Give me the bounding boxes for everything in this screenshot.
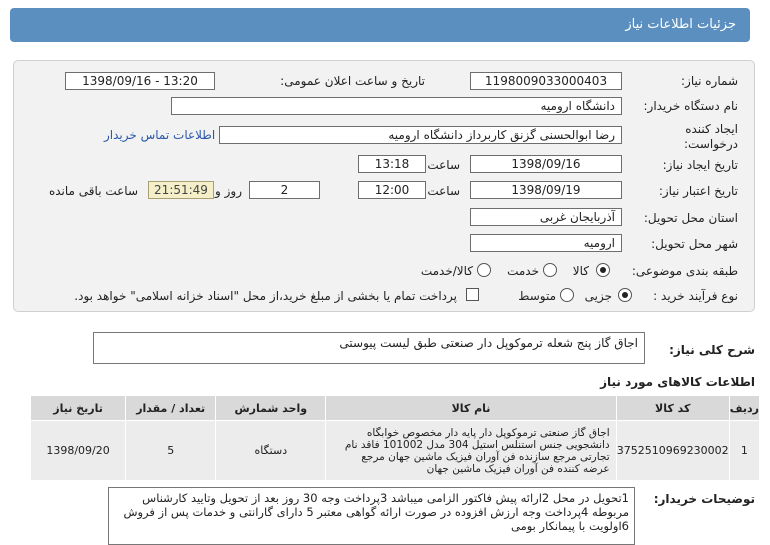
col-qty: تعداد / مقدار [125,395,217,421]
process-medium-radio[interactable] [560,288,574,302]
col-row: ردیف [728,395,761,421]
city-field[interactable]: ارومیه [470,234,622,252]
category-service-label: خدمت [507,264,539,278]
create-date-field[interactable]: 1398/09/16 [470,155,622,173]
item-qty: 5 [125,420,217,481]
col-unit: واحد شمارش [215,395,327,421]
buyer-field[interactable]: دانشگاه ارومیه [171,97,622,115]
category-goods-radio[interactable] [596,263,610,277]
items-table-header: ردیف کد کالا نام کالا واحد شمارش تعداد /… [29,395,761,421]
creator-label-line2: درخواست: [684,137,738,151]
item-code: 3752510969230002 [615,420,730,481]
buyer-notes-label: توضیحات خریدار: [653,492,755,506]
create-time-field[interactable]: 13:18 [358,155,426,173]
province-field[interactable]: آذربایجان غربی [470,208,622,226]
valid-date-field[interactable]: 1398/09/19 [470,181,622,199]
treasury-payment-note: پرداخت تمام یا بخشی از مبلغ خرید،از محل … [74,289,457,303]
create-date-label: تاریخ ایجاد نیاز: [662,158,738,172]
province-label: استان محل تحویل: [643,211,738,225]
creator-label-line1: ایجاد کننده [685,122,738,136]
item-name: اجاق گاز صنعتی ترموکوپل دار پایه دار مخص… [325,420,617,481]
need-number-field[interactable]: 1198009033000403 [470,72,622,90]
category-goods-label: کالا [572,264,589,278]
category-goods-service-radio[interactable] [477,263,491,277]
days-label: روز و [215,184,242,198]
buyer-notes-field[interactable]: 1تحویل در محل 2ارائه پیش فاکتور الزامی م… [108,487,635,545]
buyer-label: نام دستگاه خریدار: [643,99,739,113]
process-label: نوع فرآیند خرید : [653,289,738,303]
announce-date-field[interactable]: 1398/09/16 - 13:20 [65,72,215,90]
category-goods-service-label: کالا/خدمت [420,264,473,278]
remaining-time-label: ساعت باقی مانده [48,184,138,198]
city-label: شهر محل تحویل: [651,237,738,251]
description-field[interactable]: اجاق گاز پنج شعله ترموکوپل دار صنعتی طبق… [93,332,645,364]
col-date: تاریخ نیاز [29,395,127,421]
items-table: ردیف کد کالا نام کالا واحد شمارش تعداد /… [29,395,761,481]
item-date: 1398/09/20 [29,420,127,481]
row-number: 1 [728,420,761,481]
creator-field[interactable]: رضا ابوالحسنی گزنق کاربرداز دانشگاه اروم… [219,126,622,144]
create-time-label: ساعت [427,158,460,172]
category-service-radio[interactable] [543,263,557,277]
valid-date-label: تاریخ اعتبار نیاز: [658,184,738,198]
buyer-contact-link[interactable]: اطلاعات تماس خریدار [104,128,215,142]
process-minor-radio[interactable] [618,288,632,302]
page-title: جزئیات اطلاعات نیاز [625,17,736,32]
valid-time-label: ساعت [427,184,460,198]
page-header: جزئیات اطلاعات نیاز [10,8,750,42]
item-unit: دستگاه [215,420,327,481]
table-row[interactable]: 1 3752510969230002 اجاق گاز صنعتی ترموکو… [29,420,761,481]
treasury-payment-checkbox[interactable] [466,288,479,301]
remaining-time-field: 21:51:49 [148,181,214,199]
col-name: نام کالا [325,395,617,421]
items-section-title: اطلاعات کالاهای مورد نیاز [600,375,755,389]
remaining-days-field[interactable]: 2 [249,181,320,199]
category-label: طبقه بندی موضوعی: [631,264,738,278]
col-code: کد کالا [615,395,730,421]
announce-date-label: تاریخ و ساعت اعلان عمومی: [280,74,425,88]
need-number-label: شماره نیاز: [681,74,738,88]
valid-time-field[interactable]: 12:00 [358,181,426,199]
description-label: شرح کلی نیاز: [669,343,755,357]
process-minor-label: جزیی [584,289,612,303]
process-medium-label: متوسط [518,289,556,303]
